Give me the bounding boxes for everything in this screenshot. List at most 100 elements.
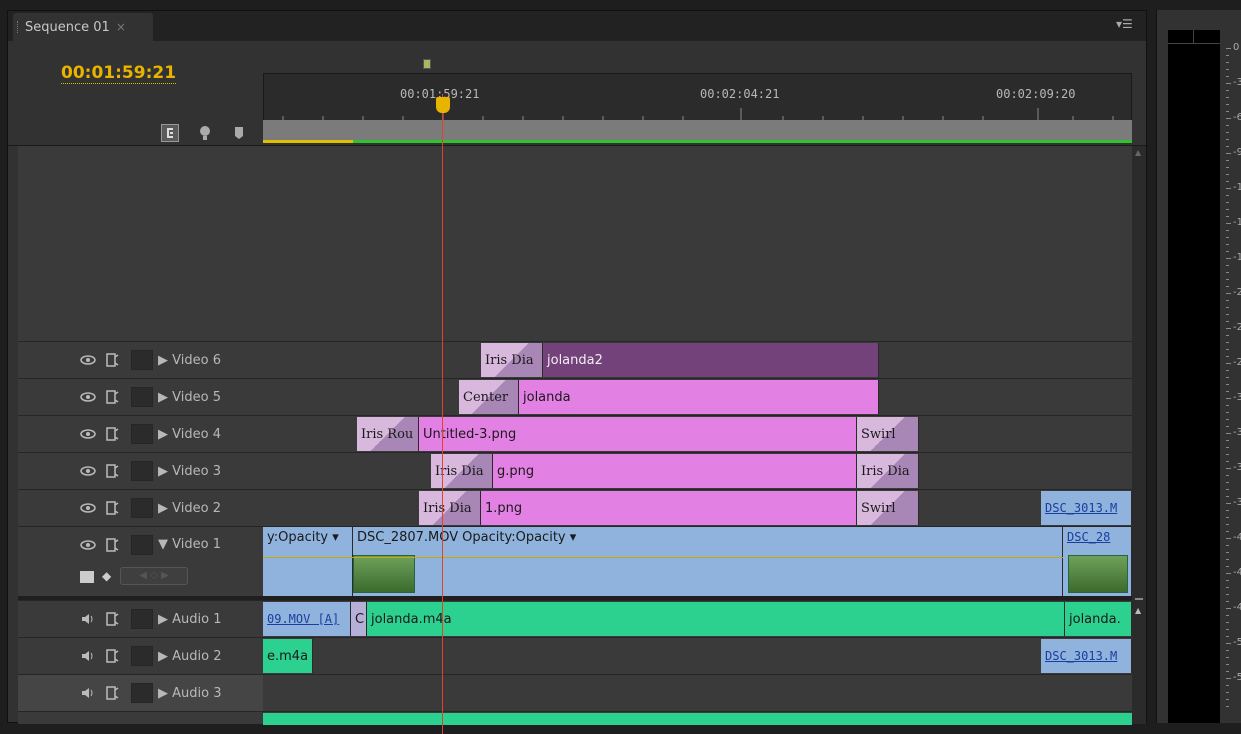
sync-lock-icon[interactable] [104, 463, 120, 479]
scroll-up-icon[interactable]: ▲ [1135, 606, 1141, 615]
sync-lock-icon[interactable] [104, 537, 120, 553]
playhead-line[interactable] [442, 94, 443, 734]
opacity-menu[interactable]: y:Opacity ▾ [267, 530, 339, 545]
scroll-thumb[interactable] [1135, 598, 1143, 600]
marker-light-icon[interactable] [196, 124, 214, 142]
track-lock-toggle[interactable] [131, 387, 153, 407]
track-header-audio-4[interactable] [18, 711, 263, 724]
vertical-scrollbar[interactable]: ▲ ▲ [1132, 146, 1146, 724]
opacity-menu[interactable]: Opacity:Opacity ▾ [462, 530, 576, 545]
display-style-icon[interactable] [80, 571, 94, 583]
transition-clip[interactable]: Iris Rou [357, 417, 419, 451]
audio-clip[interactable]: jolanda.m4a [367, 602, 1065, 636]
track-video-6[interactable]: Iris Dia jolanda2 [263, 341, 1132, 378]
track-video-2[interactable]: Iris Dia 1.png Swirl DSC_3013.M [263, 489, 1132, 526]
track-lock-toggle[interactable] [131, 646, 153, 666]
audio-clip[interactable]: C [351, 602, 367, 636]
track-lock-toggle[interactable] [131, 609, 153, 629]
speaker-icon[interactable] [80, 611, 96, 627]
keyframe-nav-icon[interactable]: ◀ ◇ ▶ [120, 567, 188, 585]
tab-close-icon[interactable]: × [116, 20, 126, 34]
video-clip[interactable]: jolanda2 [543, 343, 879, 377]
meter-peak-left[interactable] [1168, 30, 1194, 44]
panel-menu-icon[interactable]: ▾☰ [1116, 17, 1133, 31]
video-clip[interactable]: DSC_3013.M [1041, 491, 1132, 525]
video-clip[interactable]: 1.png [481, 491, 857, 525]
track-lock-toggle[interactable] [131, 350, 153, 370]
playhead-handle[interactable] [436, 97, 450, 113]
track-lock-toggle[interactable] [131, 683, 153, 703]
track-header-audio-1[interactable]: ▶ Audio 1 [18, 600, 263, 637]
sync-lock-icon[interactable] [104, 611, 120, 627]
sync-lock-icon[interactable] [104, 685, 120, 701]
sync-lock-icon[interactable] [104, 648, 120, 664]
track-header-audio-2[interactable]: ▶ Audio 2 [18, 637, 263, 674]
eye-icon[interactable] [80, 352, 96, 368]
tab-sequence-01[interactable]: Sequence 01 × [13, 13, 153, 41]
meter-minor-tick [1226, 62, 1229, 63]
track-audio-1[interactable]: 09.MOV [A] C jolanda.m4a jolanda. [263, 600, 1132, 637]
transition-clip[interactable]: Center [459, 380, 519, 414]
empty-track-area[interactable] [263, 146, 1132, 341]
track-video-3[interactable]: Iris Dia g.png Iris Dia [263, 452, 1132, 489]
transition-clip[interactable]: Iris Dia [419, 491, 481, 525]
video-clip[interactable]: jolanda [519, 380, 879, 414]
keyframe-icon[interactable]: ◆ [102, 569, 111, 583]
speaker-icon[interactable] [80, 648, 96, 664]
audio-clip[interactable]: jolanda. [1065, 602, 1132, 636]
track-header-video-1[interactable]: ▼ Video 1 ◆ ◀ ◇ ▶ [18, 526, 263, 596]
track-lock-toggle[interactable] [131, 424, 153, 444]
track-lock-toggle[interactable] [131, 461, 153, 481]
meter-peak-right[interactable] [1194, 30, 1220, 44]
meter-tick [1226, 398, 1231, 399]
transition-clip[interactable]: Iris Dia [431, 454, 493, 488]
track-header-video-6[interactable]: ▶ Video 6 [18, 341, 263, 378]
track-video-5[interactable]: Center jolanda [263, 378, 1132, 415]
track-header-video-5[interactable]: ▶ Video 5 [18, 378, 263, 415]
track-header-video-3[interactable]: ▶ Video 3 [18, 452, 263, 489]
meter-minor-tick [1226, 272, 1229, 273]
track-header-video-4[interactable]: ▶ Video 4 [18, 415, 263, 452]
opacity-rubber-band[interactable] [263, 557, 1063, 558]
transition-clip[interactable]: Iris Dia [857, 454, 919, 488]
eye-icon[interactable] [80, 500, 96, 516]
track-audio-2[interactable]: e.m4a DSC_3013.M [263, 637, 1132, 674]
video-clip-dsc-2807[interactable]: DSC_2807.MOV Opacity:Opacity ▾ [353, 527, 1063, 597]
track-audio-4[interactable] [263, 711, 1132, 725]
track-lock-toggle[interactable] [131, 535, 153, 555]
video-clip[interactable]: Untitled-3.png [419, 417, 857, 451]
audio-clip[interactable]: e.m4a [263, 639, 313, 673]
track-video-1[interactable]: y:Opacity ▾ DSC_2807.MOV Opacity:Opacity… [263, 526, 1132, 597]
tab-grip-icon[interactable] [17, 21, 20, 33]
eye-icon[interactable] [80, 463, 96, 479]
audio-clip[interactable] [263, 713, 1132, 725]
video-clip-a[interactable]: y:Opacity ▾ [263, 527, 353, 597]
add-marker-icon[interactable] [230, 124, 248, 142]
video-clip[interactable]: g.png [493, 454, 857, 488]
sync-lock-icon[interactable] [104, 352, 120, 368]
track-audio-3[interactable] [263, 674, 1132, 711]
current-timecode[interactable]: 00:01:59:21 [61, 63, 177, 84]
sequence-marker-icon[interactable] [423, 59, 431, 69]
track-lock-toggle[interactable] [131, 498, 153, 518]
audio-clip[interactable]: 09.MOV [A] [263, 602, 351, 636]
sync-lock-icon[interactable] [104, 426, 120, 442]
snap-icon[interactable] [161, 124, 179, 142]
sync-lock-icon[interactable] [104, 500, 120, 516]
scroll-up-icon[interactable]: ▲ [1135, 148, 1141, 157]
sync-lock-icon[interactable] [104, 389, 120, 405]
eye-icon[interactable] [80, 426, 96, 442]
eye-icon[interactable] [80, 537, 96, 553]
transition-clip[interactable]: Swirl [857, 417, 919, 451]
ruler-label-2: 00:02:04:21 [700, 87, 780, 101]
track-video-4[interactable]: Iris Rou Untitled-3.png Swirl [263, 415, 1132, 452]
work-area-bar[interactable] [263, 120, 1132, 140]
transition-clip[interactable]: Iris Dia [481, 343, 543, 377]
speaker-icon[interactable] [80, 685, 96, 701]
track-header-audio-3[interactable]: ▶ Audio 3 [18, 674, 263, 711]
track-header-video-2[interactable]: ▶ Video 2 [18, 489, 263, 526]
eye-icon[interactable] [80, 389, 96, 405]
transition-clip[interactable]: Swirl [857, 491, 919, 525]
meter-minor-tick [1226, 300, 1229, 301]
audio-clip[interactable]: DSC_3013.M [1041, 639, 1132, 673]
